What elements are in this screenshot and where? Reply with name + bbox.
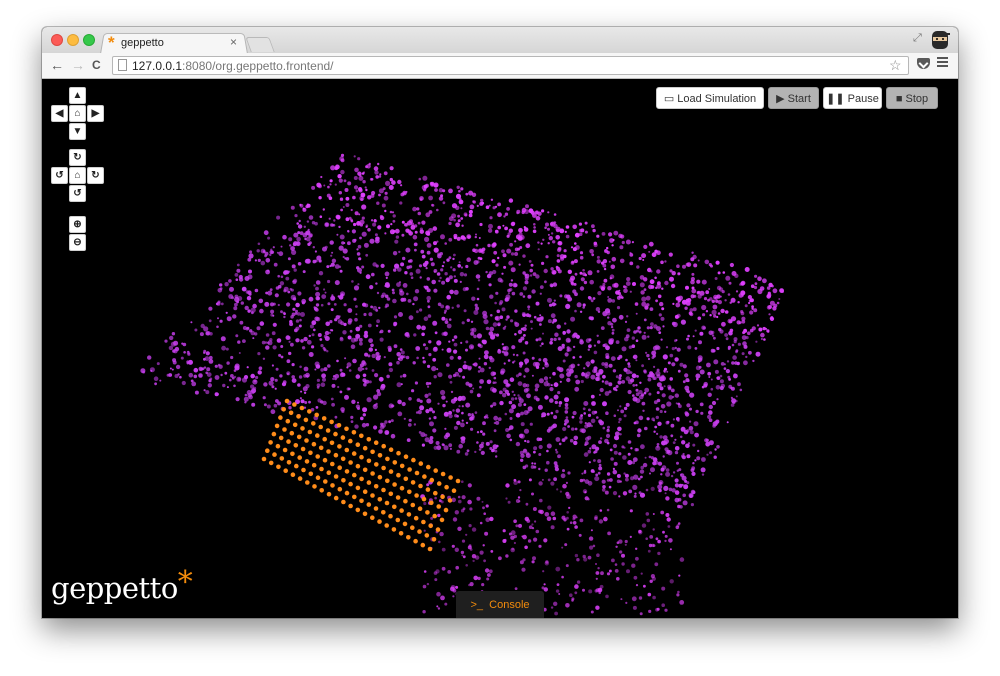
logo-text: geppetto	[51, 571, 178, 605]
browser-window: * geppetto × ⤢ ← → C 127.0.0.1:8080/org.…	[42, 27, 958, 618]
stop-button[interactable]: ■ Stop	[886, 87, 938, 109]
start-label: Start	[787, 93, 811, 105]
back-icon[interactable]: ←	[50, 57, 64, 73]
rotate-down-button[interactable]: ↺	[69, 185, 86, 202]
console-icon: >_	[470, 599, 484, 611]
tab-close-icon[interactable]: ×	[230, 35, 237, 49]
rotate-home-button[interactable]: ⌂	[69, 167, 86, 184]
stop-label: Stop	[905, 93, 929, 105]
pan-up-button[interactable]: ▲	[69, 87, 86, 104]
menu-icon[interactable]	[937, 57, 948, 67]
new-tab-button[interactable]	[245, 37, 275, 52]
console-label: Console	[489, 599, 530, 611]
url-text[interactable]: 127.0.0.1:8080/org.geppetto.frontend/	[132, 59, 334, 73]
close-window-button[interactable]	[51, 34, 63, 46]
reload-icon[interactable]: C	[92, 57, 101, 73]
particle-scene	[140, 153, 784, 617]
url-host: 127.0.0.1	[132, 59, 183, 73]
title-bar: * geppetto × ⤢	[42, 27, 958, 54]
rotate-up-button[interactable]: ↻	[69, 149, 86, 166]
url-path: :8080/org.geppetto.frontend/	[182, 59, 334, 73]
fullscreen-icon[interactable]: ⤢	[913, 32, 922, 45]
folder-icon: ▭	[663, 93, 675, 105]
logo-star-icon: *	[177, 565, 193, 600]
profile-ninja-icon[interactable]	[929, 29, 951, 51]
pan-home-button[interactable]: ⌂	[69, 105, 86, 122]
pan-right-button[interactable]: ▶	[87, 105, 104, 122]
zoom-out-button[interactable]: ⊖	[69, 234, 86, 251]
rotate-left-button[interactable]: ↺	[51, 167, 68, 184]
pause-label: Pause	[847, 93, 879, 105]
bookmark-star-icon[interactable]: ☆	[889, 57, 902, 74]
pause-button[interactable]: ❚❚ Pause	[823, 87, 882, 109]
forward-icon[interactable]: →	[71, 57, 85, 73]
pan-down-button[interactable]: ▼	[69, 123, 86, 140]
rotate-right-button[interactable]: ↻	[87, 167, 104, 184]
load-simulation-label: Load Simulation	[677, 93, 757, 105]
address-bar[interactable]: 127.0.0.1:8080/org.geppetto.frontend/ ☆	[112, 56, 909, 75]
start-button[interactable]: ▶ Start	[768, 87, 819, 109]
tab-title: geppetto	[121, 37, 164, 49]
minimize-window-button[interactable]	[67, 34, 79, 46]
geppetto-logo: geppetto*	[51, 565, 193, 606]
zoom-in-button[interactable]: ⊕	[69, 216, 86, 233]
page-icon	[118, 59, 127, 71]
load-simulation-button[interactable]: ▭ Load Simulation	[656, 87, 764, 109]
maximize-window-button[interactable]	[83, 34, 95, 46]
3d-canvas[interactable]: ▲ ◀ ⌂ ▶ ▼ ↻ ↺ ⌂ ↻ ↺ ⊕ ⊖ ▭ Load Simulatio…	[42, 79, 958, 618]
tab-content[interactable]: * geppetto ×	[108, 33, 248, 52]
pan-left-button[interactable]: ◀	[51, 105, 68, 122]
console-toggle-button[interactable]: >_ Console	[456, 591, 544, 618]
browser-toolbar: ← → C 127.0.0.1:8080/org.geppetto.fronte…	[42, 53, 958, 79]
play-icon: ▶	[776, 93, 785, 105]
pause-icon: ❚❚	[826, 93, 845, 105]
stop-icon: ■	[895, 93, 903, 105]
geppetto-favicon-icon: *	[108, 33, 115, 52]
pocket-icon[interactable]	[917, 58, 930, 69]
